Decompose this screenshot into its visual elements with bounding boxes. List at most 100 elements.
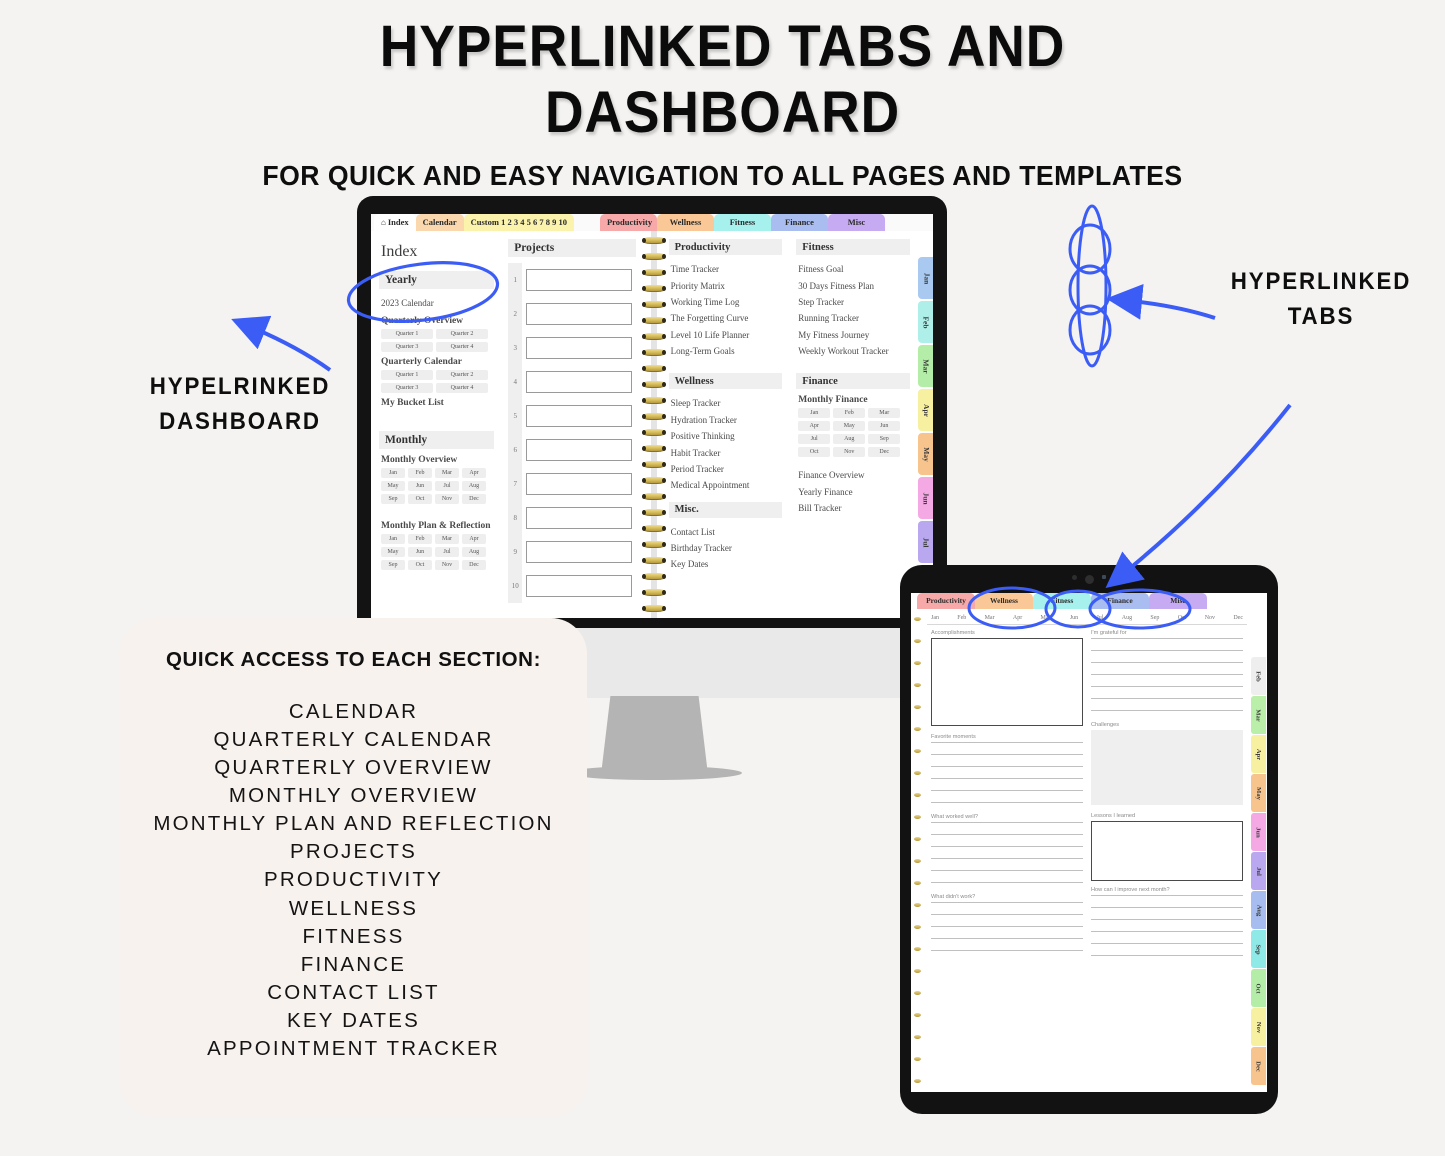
month-tab-apr[interactable]: Apr (917, 389, 933, 431)
chip-quarter-1[interactable]: Quarter 1 (381, 329, 433, 340)
monitor-tab-wellness[interactable]: Wellness (656, 214, 714, 231)
monitor-tab-calendar[interactable]: Calendar (415, 214, 464, 231)
link-contact-list[interactable]: Contact List (669, 524, 783, 540)
project-name-input[interactable] (526, 371, 632, 393)
link-running-tracker[interactable]: Running Tracker (796, 310, 910, 326)
tablet-month-tab-oct[interactable]: Oct (1251, 969, 1266, 1007)
chip-quarter-4[interactable]: Quarter 4 (436, 342, 488, 353)
link-step-tracker[interactable]: Step Tracker (796, 294, 910, 310)
chip-jan[interactable]: Jan (381, 468, 405, 479)
chip-quarter-1[interactable]: Quarter 1 (381, 370, 433, 381)
chip-sep[interactable]: Sep (868, 434, 901, 445)
chip-quarter-3[interactable]: Quarter 3 (381, 342, 433, 353)
link-the-forgetting-curve[interactable]: The Forgetting Curve (669, 310, 783, 326)
chip-jun[interactable]: Jun (868, 421, 901, 432)
tablet-month-apr[interactable]: Apr (1013, 615, 1022, 621)
chip-dec[interactable]: Dec (462, 560, 486, 571)
tablet-month-may[interactable]: May (1041, 615, 1052, 621)
chip-nov[interactable]: Nov (435, 494, 459, 505)
monitor-tab-finance[interactable]: Finance (770, 214, 828, 231)
link-long-term-goals[interactable]: Long-Term Goals (669, 343, 783, 359)
link-priority-matrix[interactable]: Priority Matrix (669, 277, 783, 293)
project-name-input[interactable] (526, 337, 632, 359)
project-name-input[interactable] (526, 507, 632, 529)
tablet-tab-finance[interactable]: Finance (1091, 593, 1149, 609)
tablet-month-tab-jul[interactable]: Jul (1251, 852, 1266, 890)
link-time-tracker[interactable]: Time Tracker (669, 261, 783, 277)
link-working-time-log[interactable]: Working Time Log (669, 294, 783, 310)
chip-oct[interactable]: Oct (408, 494, 432, 505)
link-hydration-tracker[interactable]: Hydration Tracker (669, 412, 783, 428)
chip-quarter-4[interactable]: Quarter 4 (436, 383, 488, 394)
link-yearly-finance[interactable]: Yearly Finance (796, 484, 910, 500)
tablet-month-sep[interactable]: Sep (1150, 615, 1159, 621)
month-tab-jul[interactable]: Jul (917, 521, 933, 563)
tablet-month-tab-dec[interactable]: Dec (1251, 1047, 1266, 1085)
chip-jan[interactable]: Jan (798, 408, 831, 419)
link-30-days-fitness-plan[interactable]: 30 Days Fitness Plan (796, 277, 910, 293)
tablet-month-tab-apr[interactable]: Apr (1251, 735, 1266, 773)
tablet-month-tab-sep[interactable]: Sep (1251, 930, 1266, 968)
what-worked-well-lines[interactable] (931, 822, 1083, 883)
tablet-month-tab-mar[interactable]: Mar (1251, 696, 1266, 734)
link-birthday-tracker[interactable]: Birthday Tracker (669, 540, 783, 556)
link-my-fitness-journey[interactable]: My Fitness Journey (796, 327, 910, 343)
tablet-month-dec[interactable]: Dec (1233, 615, 1243, 621)
chip-jun[interactable]: Jun (408, 547, 432, 558)
chip-sep[interactable]: Sep (381, 560, 405, 571)
tablet-month-oct[interactable]: Oct (1178, 615, 1187, 621)
tablet-month-tab-jun[interactable]: Jun (1251, 813, 1266, 851)
link-sleep-tracker[interactable]: Sleep Tracker (669, 395, 783, 411)
chip-apr[interactable]: Apr (462, 534, 486, 545)
chip-jul[interactable]: Jul (435, 481, 459, 492)
lessons-learned-input[interactable] (1091, 821, 1243, 881)
chip-jul[interactable]: Jul (435, 547, 459, 558)
link-period-tracker[interactable]: Period Tracker (669, 461, 783, 477)
chip-mar[interactable]: Mar (435, 468, 459, 479)
chip-dec[interactable]: Dec (868, 447, 901, 458)
tablet-month-nov[interactable]: Nov (1205, 615, 1215, 621)
chip-quarter-2[interactable]: Quarter 2 (436, 370, 488, 381)
chip-sep[interactable]: Sep (381, 494, 405, 505)
chip-mar[interactable]: Mar (868, 408, 901, 419)
tablet-month-mar[interactable]: Mar (985, 615, 995, 621)
tablet-month-jan[interactable]: Jan (931, 615, 939, 621)
tablet-month-aug[interactable]: Aug (1122, 615, 1132, 621)
link-finance-overview[interactable]: Finance Overview (796, 467, 910, 483)
chip-feb[interactable]: Feb (408, 534, 432, 545)
chip-jun[interactable]: Jun (408, 481, 432, 492)
tablet-month-feb[interactable]: Feb (957, 615, 966, 621)
project-name-input[interactable] (526, 473, 632, 495)
link-bill-tracker[interactable]: Bill Tracker (796, 500, 910, 516)
chip-apr[interactable]: Apr (462, 468, 486, 479)
chip-may[interactable]: May (833, 421, 866, 432)
month-tab-may[interactable]: May (917, 433, 933, 475)
chip-aug[interactable]: Aug (833, 434, 866, 445)
chip-quarter-3[interactable]: Quarter 3 (381, 383, 433, 394)
chip-oct[interactable]: Oct (798, 447, 831, 458)
project-name-input[interactable] (526, 269, 632, 291)
monitor-tab-productivity[interactable]: Productivity (599, 214, 657, 231)
monitor-tab-custom[interactable]: Custom 1 2 3 4 5 6 7 8 9 10 (463, 214, 574, 231)
chip-dec[interactable]: Dec (462, 494, 486, 505)
tablet-tab-fitness[interactable]: Fitness (1033, 593, 1091, 609)
chip-jul[interactable]: Jul (798, 434, 831, 445)
tablet-month-jul[interactable]: Jul (1096, 615, 1103, 621)
link-my-bucket-list[interactable]: My Bucket List (381, 398, 494, 408)
chip-jan[interactable]: Jan (381, 534, 405, 545)
what-didnt-work-lines[interactable] (931, 902, 1083, 951)
tablet-month-jun[interactable]: Jun (1070, 615, 1078, 621)
tablet-tab-wellness[interactable]: Wellness (975, 593, 1033, 609)
chip-nov[interactable]: Nov (833, 447, 866, 458)
month-tab-feb[interactable]: Feb (917, 301, 933, 343)
link-positive-thinking[interactable]: Positive Thinking (669, 428, 783, 444)
chip-quarter-2[interactable]: Quarter 2 (436, 329, 488, 340)
chip-aug[interactable]: Aug (462, 481, 486, 492)
link-key-dates[interactable]: Key Dates (669, 556, 783, 572)
chip-mar[interactable]: Mar (435, 534, 459, 545)
monitor-tab-misc[interactable]: Misc (827, 214, 885, 231)
monitor-tab-index[interactable]: ⌂ Index (374, 214, 416, 231)
chip-feb[interactable]: Feb (408, 468, 432, 479)
tablet-tab-productivity[interactable]: Productivity (917, 593, 975, 609)
tablet-month-tab-aug[interactable]: Aug (1251, 891, 1266, 929)
